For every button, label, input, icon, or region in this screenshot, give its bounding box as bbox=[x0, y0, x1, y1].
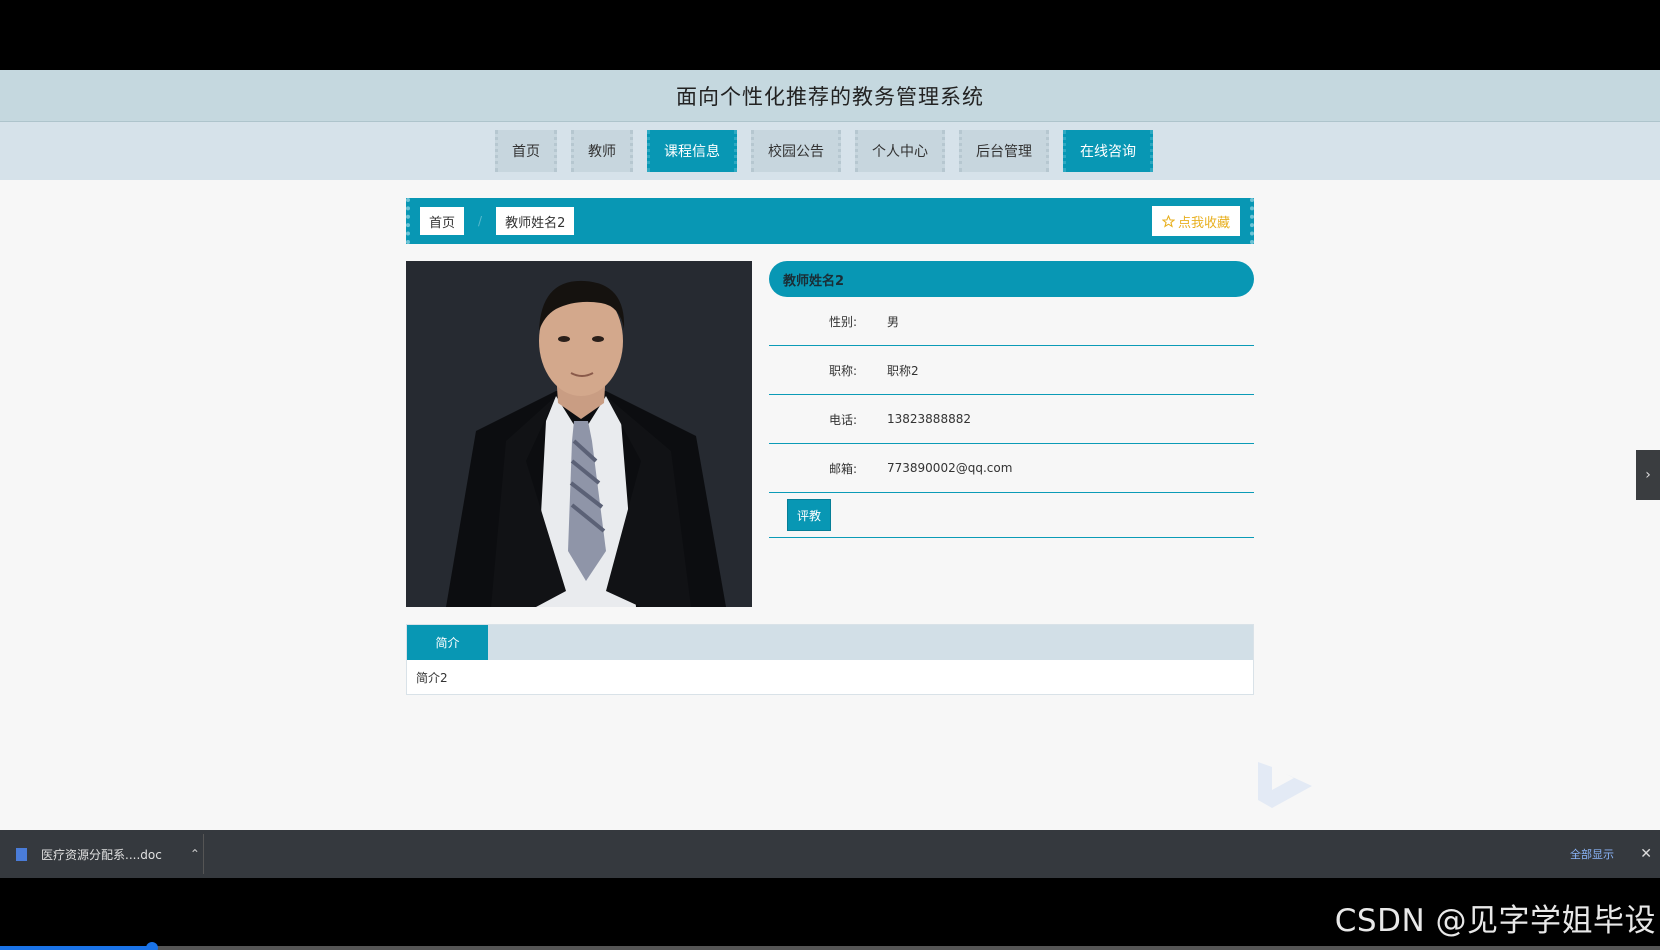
watermark: CSDN @见字学姐毕设 bbox=[1334, 903, 1656, 939]
main-nav: 首页 教师 课程信息 校园公告 个人中心 后台管理 在线咨询 bbox=[0, 122, 1660, 180]
breadcrumb-separator: / bbox=[478, 214, 483, 228]
info-row-email: 邮箱: 773890002@qq.com bbox=[769, 444, 1254, 493]
review-button[interactable]: 评教 bbox=[787, 499, 832, 531]
nav-personal-center[interactable]: 个人中心 bbox=[855, 130, 945, 172]
nav-online-consult[interactable]: 在线咨询 bbox=[1063, 130, 1153, 172]
breadcrumb-current[interactable]: 教师姓名2 bbox=[496, 207, 575, 235]
nav-admin[interactable]: 后台管理 bbox=[959, 130, 1049, 172]
breadcrumb-home[interactable]: 首页 bbox=[420, 207, 465, 235]
bing-logo-icon bbox=[1258, 762, 1312, 808]
teacher-info-panel: 教师姓名2 性别: 男 职称: 职称2 电话: 13823888882 邮箱: … bbox=[769, 261, 1254, 607]
info-row-title: 职称: 职称2 bbox=[769, 346, 1254, 395]
phone-value: 13823888882 bbox=[887, 412, 971, 426]
close-icon[interactable]: ✕ bbox=[1640, 846, 1652, 862]
intro-section: 简介 简介2 bbox=[406, 624, 1254, 695]
chevron-right-icon: › bbox=[1645, 467, 1651, 483]
side-expand-button[interactable]: › bbox=[1636, 450, 1660, 500]
nav-teachers[interactable]: 教师 bbox=[571, 130, 633, 172]
gender-label: 性别: bbox=[828, 314, 857, 329]
info-row-gender: 性别: 男 bbox=[769, 297, 1254, 346]
teacher-detail-container: 首页 / 教师姓名2 点我收藏 教师姓名2 性别: 男 职称: 职称2 电话: … bbox=[406, 198, 1254, 695]
nav-home[interactable]: 首页 bbox=[495, 130, 557, 172]
document-icon bbox=[16, 847, 27, 861]
chevron-up-icon[interactable]: ⌃ bbox=[190, 847, 200, 861]
gender-value: 男 bbox=[887, 314, 900, 329]
info-row-phone: 电话: 13823888882 bbox=[769, 395, 1254, 444]
video-progress-fill bbox=[0, 946, 150, 950]
show-all-downloads-link[interactable]: 全部显示 bbox=[1570, 846, 1614, 862]
page-content: 面向个性化推荐的教务管理系统 首页 教师 课程信息 校园公告 个人中心 后台管理… bbox=[0, 70, 1660, 830]
favorite-button[interactable]: 点我收藏 bbox=[1151, 206, 1240, 236]
download-bar: 医疗资源分配系....doc ⌃ 全部显示 ✕ bbox=[0, 830, 1660, 878]
intro-tabs: 简介 bbox=[407, 625, 1253, 660]
browser-frame: 面向个性化推荐的教务管理系统 首页 教师 课程信息 校园公告 个人中心 后台管理… bbox=[0, 0, 1660, 950]
tab-intro[interactable]: 简介 bbox=[407, 625, 488, 660]
download-file-name: 医疗资源分配系....doc bbox=[41, 847, 162, 862]
teacher-detail: 教师姓名2 性别: 男 职称: 职称2 电话: 13823888882 邮箱: … bbox=[406, 261, 1254, 607]
intro-content: 简介2 bbox=[416, 670, 448, 685]
teacher-photo bbox=[406, 261, 752, 607]
video-progress-handle[interactable] bbox=[146, 942, 158, 950]
download-item[interactable]: 医疗资源分配系....doc ⌃ bbox=[0, 834, 204, 874]
email-value: 773890002@qq.com bbox=[887, 461, 1013, 475]
nav-announcements[interactable]: 校园公告 bbox=[751, 130, 841, 172]
title-value: 职称2 bbox=[887, 363, 919, 378]
nav-courses[interactable]: 课程信息 bbox=[647, 130, 737, 172]
teacher-name: 教师姓名2 bbox=[769, 261, 1254, 297]
title-label: 职称: bbox=[828, 363, 857, 378]
action-row: 评教 bbox=[769, 493, 1254, 538]
breadcrumb: 首页 / 教师姓名2 点我收藏 bbox=[406, 198, 1254, 244]
phone-label: 电话: bbox=[828, 412, 857, 427]
site-title: 面向个性化推荐的教务管理系统 bbox=[676, 84, 984, 109]
site-header: 面向个性化推荐的教务管理系统 bbox=[0, 70, 1660, 122]
star-icon bbox=[1161, 214, 1175, 228]
email-label: 邮箱: bbox=[828, 461, 857, 476]
favorite-label: 点我收藏 bbox=[1177, 215, 1230, 231]
teacher-portrait-image bbox=[406, 261, 752, 607]
video-progress-track[interactable] bbox=[0, 946, 1660, 950]
